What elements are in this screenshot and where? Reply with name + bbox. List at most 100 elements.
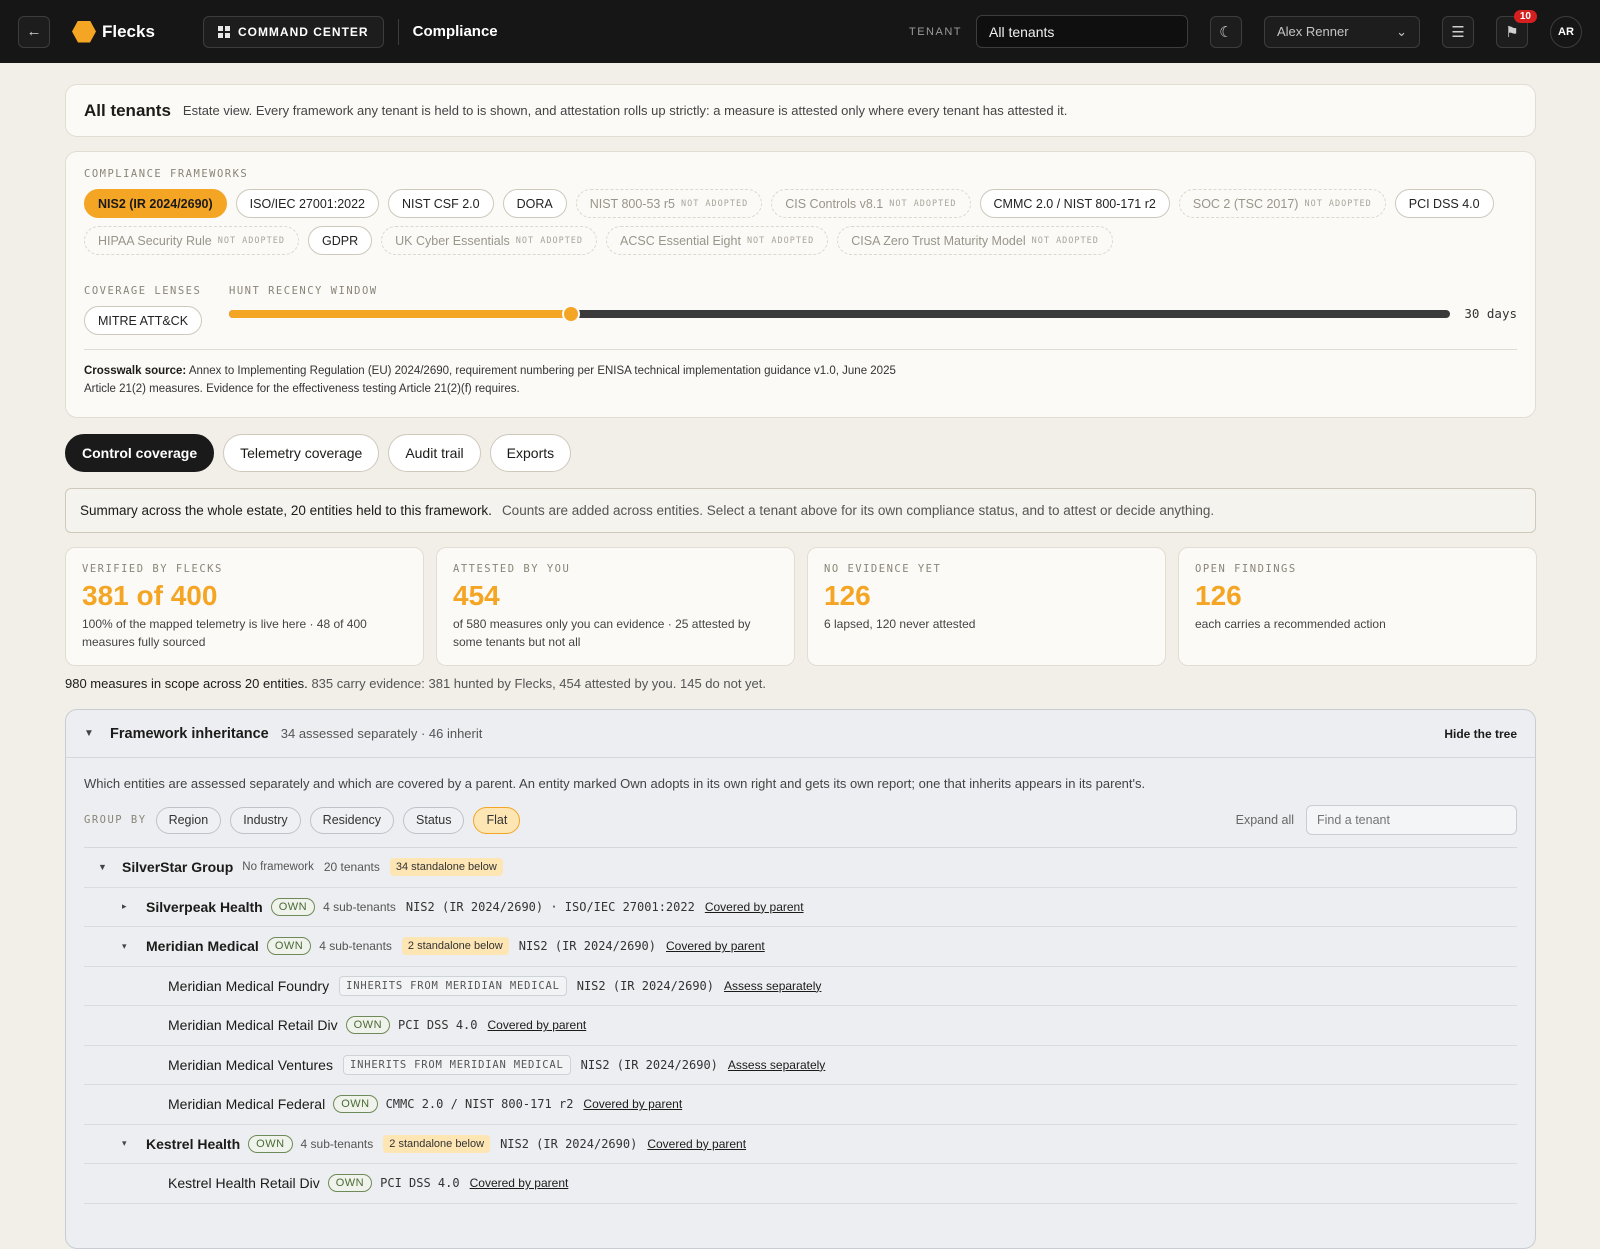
tenant-name: Meridian Medical Federal <box>168 1096 326 1113</box>
own-badge: OWN <box>333 1095 378 1114</box>
root-framework: No framework <box>242 861 314 874</box>
expand-all-button[interactable]: Expand all <box>1236 813 1294 827</box>
assess-separately-link[interactable]: Assess separately <box>724 979 821 993</box>
tree-row-root[interactable]: ▼ SilverStar Group No framework 20 tenan… <box>84 848 1517 888</box>
framework-chip-label: GDPR <box>322 233 359 248</box>
tab-telemetry-coverage[interactable]: Telemetry coverage <box>223 434 380 472</box>
sub-tenant-count: 4 sub-tenants <box>319 939 392 954</box>
tenant-name: SilverStar Group <box>122 859 234 876</box>
tenant-frameworks: CMMC 2.0 / NIST 800-171 r2 <box>385 1097 574 1112</box>
collapse-caret-icon[interactable]: ▼ <box>84 728 110 739</box>
not-adopted-tag: NOT ADOPTED <box>889 198 957 209</box>
summary-note: Counts are added across entities. Select… <box>501 503 1215 518</box>
framework-chip-iso-iec-27001-2022[interactable]: ISO/IEC 27001:2022 <box>235 189 380 218</box>
tree-row[interactable]: ▾ Meridian Medical OWN 4 sub-tenants 2 stand… <box>84 927 1517 967</box>
framework-chip-nis2-ir-2024-2690[interactable]: NIS2 (IR 2024/2690) <box>84 189 227 218</box>
tree-row[interactable]: Meridian Medical Retail Div OWN PCI DSS 4.… <box>84 1006 1517 1046</box>
sub-tenant-count: 4 sub-tenants <box>323 899 396 914</box>
tree-row[interactable]: ▸ Silverpeak Health OWN 4 sub-tenants NIS2 (… <box>84 888 1517 927</box>
covered-by-parent-link[interactable]: Covered by parent <box>705 900 804 914</box>
framework-chip-cmmc-2-0-nist-800-171-r2[interactable]: CMMC 2.0 / NIST 800-171 r2 <box>979 189 1170 218</box>
group-by-industry[interactable]: Industry <box>230 806 301 834</box>
tree-row[interactable]: Meridian Medical Federal OWN CMMC 2.0 / NI… <box>84 1085 1517 1125</box>
tenant-banner: All tenants Estate view. Every framework… <box>65 84 1536 137</box>
tree-row[interactable]: Kestrel Health Retail Div OWN PCI DSS 4.0 C… <box>84 1164 1517 1204</box>
page-title: Compliance <box>412 23 498 40</box>
collapse-caret-icon[interactable]: ▾ <box>122 941 146 952</box>
group-by-chips: Region Industry Residency Status Flat <box>147 806 521 834</box>
stat-label: OPEN FINDINGS <box>1195 563 1297 575</box>
framework-chip-cisa-zero-trust-maturity-model[interactable]: CISA Zero Trust Maturity Model NOT ADOPTE… <box>837 226 1113 255</box>
tab-exports[interactable]: Exports <box>489 434 572 472</box>
inheritance-title: Framework inheritance <box>110 725 269 742</box>
framework-chip-nist-csf-2-0[interactable]: NIST CSF 2.0 <box>388 189 494 218</box>
group-by-region[interactable]: Region <box>155 806 222 834</box>
collapse-caret-icon[interactable]: ▾ <box>122 1138 146 1149</box>
own-badge: OWN <box>345 1016 391 1035</box>
command-center-label: COMMAND CENTER <box>237 24 369 39</box>
user-select[interactable]: Alex Renner ⌄ <box>1264 15 1420 48</box>
lens-chip-mitre[interactable]: MITRE ATT&CK <box>84 306 203 335</box>
framework-chip-pci-dss-4-0[interactable]: PCI DSS 4.0 <box>1394 189 1494 218</box>
inherits-badge: INHERITS FROM MERIDIAN MEDICAL <box>339 975 567 996</box>
expand-caret-icon[interactable]: ▼ <box>98 862 122 872</box>
stat-label: NO EVIDENCE YET <box>824 563 942 575</box>
command-center-button[interactable]: COMMAND CENTER <box>202 15 384 48</box>
not-adopted-tag: NOT ADOPTED <box>217 235 285 246</box>
covered-by-parent-link[interactable]: Covered by parent <box>470 1176 569 1190</box>
framework-chip-hipaa-security-rule[interactable]: HIPAA Security Rule NOT ADOPTED <box>84 226 299 255</box>
tab-control-coverage[interactable]: Control coverage <box>65 434 215 472</box>
expand-caret-icon[interactable]: ▸ <box>122 901 146 912</box>
back-button[interactable]: ← <box>18 15 50 48</box>
tree-row[interactable]: ▾ Kestrel Health OWN 4 sub-tenants 2 standal… <box>84 1125 1517 1164</box>
assess-separately-link[interactable]: Assess separately <box>728 1058 825 1072</box>
framework-chip-nist-800-53-r5[interactable]: NIST 800-53 r5 NOT ADOPTED <box>575 189 763 218</box>
inherits-badge: INHERITS FROM MERIDIAN MEDICAL <box>342 1054 571 1075</box>
tree-row[interactable]: Meridian Medical Ventures INHERITS FROM M… <box>84 1046 1517 1085</box>
summary-main: Summary across the whole estate, 20 enti… <box>80 503 492 518</box>
notifications-button[interactable]: ⚑ 10 <box>1496 9 1537 48</box>
theme-toggle-button[interactable]: ☾ <box>1210 15 1242 48</box>
group-by-residency[interactable]: Residency <box>309 806 395 834</box>
standalone-badge: 34 standalone below <box>389 858 503 877</box>
tab-audit-trail[interactable]: Audit trail <box>388 434 481 472</box>
inheritance-meta: 34 assessed separately · 46 inherit <box>280 726 483 741</box>
standalone-badge: 2 standalone below <box>383 1134 491 1153</box>
framework-chip-gdpr[interactable]: GDPR <box>308 226 373 255</box>
slider-thumb[interactable] <box>561 304 580 323</box>
framework-chip-label: NIST 800-53 r5 <box>589 196 675 211</box>
stat-value: 126 <box>824 580 871 611</box>
covered-by-parent-link[interactable]: Covered by parent <box>488 1018 587 1032</box>
find-tenant-input[interactable] <box>1306 805 1517 835</box>
tree-row[interactable]: Meridian Medical Foundry INHERITS FROM ME… <box>84 967 1517 1006</box>
framework-chip-cis-controls-v8-1[interactable]: CIS Controls v8.1 NOT ADOPTED <box>771 189 971 218</box>
hide-tree-button[interactable]: Hide the tree <box>1444 727 1517 741</box>
covered-by-parent-link[interactable]: Covered by parent <box>583 1097 682 1111</box>
tenant-select-value: All tenants <box>989 23 1055 40</box>
hunt-recency-slider[interactable] <box>229 304 1451 323</box>
view-tabs: Control coverage Telemetry coverage Audit … <box>65 434 572 472</box>
framework-chip-soc-2-tsc-2017[interactable]: SOC 2 (TSC 2017) NOT ADOPTED <box>1178 189 1386 218</box>
framework-chip-label: NIST CSF 2.0 <box>402 196 480 211</box>
framework-chip-dora[interactable]: DORA <box>502 189 567 218</box>
arrow-left-icon: ← <box>26 23 42 40</box>
tenant-name: Meridian Medical Foundry <box>168 977 330 994</box>
menu-button[interactable]: ☰ <box>1442 15 1474 48</box>
stat-value: 126 <box>1195 580 1242 611</box>
tenant-select[interactable]: All tenants <box>976 15 1188 48</box>
crosswalk-source: Crosswalk source: Annex to Implementing … <box>84 362 1517 380</box>
framework-chip-label: HIPAA Security Rule <box>98 233 212 248</box>
covered-by-parent-link[interactable]: Covered by parent <box>647 1137 746 1151</box>
framework-chip-acsc-essential-eight[interactable]: ACSC Essential Eight NOT ADOPTED <box>606 226 829 255</box>
hamburger-icon: ☰ <box>1451 23 1465 41</box>
framework-chip-uk-cyber-essentials[interactable]: UK Cyber Essentials NOT ADOPTED <box>381 226 598 255</box>
covered-by-parent-link[interactable]: Covered by parent <box>666 939 765 953</box>
framework-chips: NIS2 (IR 2024/2690) ISO/IEC 27001:2022 NIS… <box>84 189 1517 255</box>
banner-title: All tenants <box>84 100 171 120</box>
brand-logo[interactable]: Flecks <box>72 20 155 43</box>
not-adopted-tag: NOT ADOPTED <box>1304 198 1372 209</box>
measures-line: 980 measures in scope across 20 entities… <box>65 676 766 691</box>
avatar[interactable]: AR <box>1550 15 1582 48</box>
group-by-status[interactable]: Status <box>403 806 465 834</box>
group-by-flat[interactable]: Flat <box>473 806 521 834</box>
